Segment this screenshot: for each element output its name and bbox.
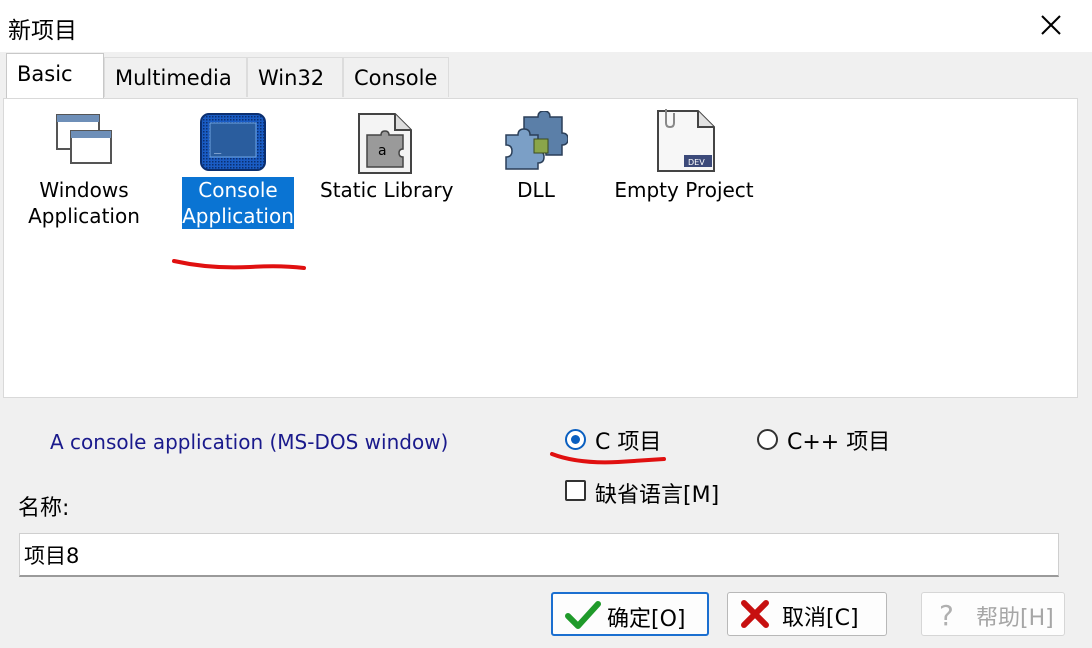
cancel-x-icon [741, 600, 769, 628]
console-app-icon: _ [200, 113, 266, 171]
project-name-input[interactable] [19, 533, 1059, 577]
cancel-button-label: 取消[C] [782, 606, 859, 631]
cancel-button[interactable]: 取消[C] [727, 592, 887, 636]
red-underline-annotation-2 [550, 452, 666, 465]
project-description: A console application (MS-DOS window) [50, 430, 449, 454]
ok-button-label: 确定[O] [607, 607, 686, 632]
project-type-panel: Windows Application _ Console Applicatio… [3, 98, 1078, 398]
project-empty-project[interactable]: DEV Empty Project [614, 109, 754, 239]
windows-app-icon [56, 114, 112, 164]
tab-multimedia[interactable]: Multimedia [104, 57, 247, 97]
svg-text:DEV: DEV [688, 158, 705, 167]
console-application-label: Console Application [182, 177, 294, 229]
project-windows-application[interactable]: Windows Application [24, 109, 144, 239]
project-static-library[interactable]: a Static Library [320, 109, 453, 239]
tab-console[interactable]: Console [343, 57, 449, 97]
project-console-application[interactable]: _ Console Application [176, 109, 296, 239]
help-button[interactable]: ? 帮助[H] [921, 592, 1065, 636]
cpp-project-label[interactable]: C++ 项目 [787, 424, 890, 456]
title-bar: 新项目 [0, 0, 1092, 52]
static-library-icon: a [358, 113, 412, 174]
c-project-radio[interactable] [565, 429, 586, 450]
dll-icon [505, 111, 568, 170]
help-question-icon: ? [939, 599, 954, 631]
svg-text:a: a [378, 143, 387, 159]
window-title: 新项目 [8, 18, 77, 44]
tab-win32[interactable]: Win32 [247, 57, 343, 97]
empty-project-icon: DEV [657, 109, 715, 172]
tab-basic[interactable]: Basic [6, 53, 104, 100]
close-icon [1041, 15, 1061, 35]
name-label: 名称: [18, 496, 70, 521]
default-language-label[interactable]: 缺省语言[M] [595, 477, 719, 509]
help-button-label: 帮助[H] [976, 606, 1054, 631]
tab-strip: Basic Multimedia Win32 Console [0, 52, 1092, 100]
ok-button[interactable]: 确定[O] [551, 592, 709, 636]
red-underline-annotation [172, 259, 306, 270]
svg-text:_: _ [214, 140, 222, 154]
cpp-project-radio[interactable] [757, 429, 778, 450]
checkmark-icon [565, 601, 601, 629]
svg-text:?: ? [939, 599, 954, 631]
project-dll[interactable]: DLL [476, 109, 596, 239]
close-button[interactable] [1030, 8, 1070, 44]
default-language-checkbox[interactable] [565, 480, 586, 501]
